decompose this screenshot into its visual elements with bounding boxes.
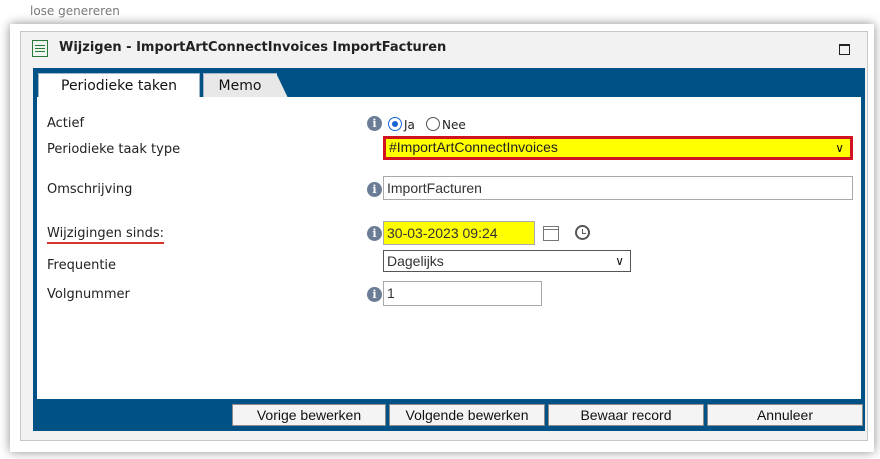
radio-nee-label: Nee — [442, 118, 466, 132]
window-title: Wijzigen - ImportArtConnectInvoices Impo… — [59, 40, 447, 55]
button-bar: Vorige bewerken Volgende bewerken Bewaar… — [33, 399, 865, 431]
wijzigingen-datetime-input[interactable]: 30-03-2023 09:24 — [383, 221, 535, 245]
cancel-button[interactable]: Annuleer — [707, 404, 863, 426]
type-label: Periodieke taak type — [47, 142, 181, 157]
edit-dialog: Wijzigen - ImportArtConnectInvoices Impo… — [20, 31, 868, 441]
tab-periodieke-taken[interactable]: Periodieke taken — [38, 73, 200, 98]
radio-ja-label: Ja — [404, 118, 415, 132]
volgnummer-label: Volgnummer — [47, 287, 130, 302]
info-icon[interactable]: i — [367, 116, 382, 131]
save-record-button[interactable]: Bewaar record — [548, 404, 704, 426]
clock-icon[interactable] — [575, 225, 590, 240]
info-icon[interactable]: i — [367, 287, 382, 302]
form-panel: Actief i Ja Nee Periodieke taak type #Im… — [37, 97, 861, 399]
info-icon[interactable]: i — [367, 226, 382, 241]
next-edit-button[interactable]: Volgende bewerken — [389, 404, 545, 426]
actief-label: Actief — [47, 116, 85, 131]
frequentie-select-value: Dagelijks — [387, 253, 444, 269]
volgnummer-input[interactable]: 1 — [383, 281, 542, 306]
type-select[interactable]: #ImportArtConnectInvoices ∨ — [383, 136, 853, 160]
chevron-down-icon: ∨ — [835, 141, 844, 155]
info-icon[interactable]: i — [367, 182, 382, 197]
tab-strip: Periodieke taken Memo — [33, 68, 865, 98]
maximize-icon[interactable] — [839, 44, 850, 55]
radio-nee[interactable] — [426, 117, 440, 131]
calendar-icon[interactable] — [543, 226, 559, 241]
dialog-content: Periodieke taken Memo Actief i Ja Nee Pe… — [33, 68, 865, 431]
chevron-down-icon: ∨ — [615, 254, 624, 268]
wijzigingen-label: Wijzigingen sinds: — [47, 226, 164, 244]
omschrijving-label: Omschrijving — [47, 182, 133, 197]
previous-edit-button[interactable]: Vorige bewerken — [232, 404, 386, 426]
tab-memo[interactable]: Memo — [203, 73, 288, 98]
form-icon — [32, 40, 48, 57]
title-bar: Wijzigen - ImportArtConnectInvoices Impo… — [21, 32, 867, 64]
radio-ja[interactable] — [388, 117, 402, 131]
frequentie-label: Frequentie — [47, 258, 117, 273]
type-select-value: #ImportArtConnectInvoices — [389, 139, 558, 155]
frequentie-select[interactable]: Dagelijks ∨ — [383, 250, 631, 272]
omschrijving-input[interactable]: ImportFacturen — [383, 176, 853, 200]
background-caption: lose genereren — [30, 4, 120, 18]
